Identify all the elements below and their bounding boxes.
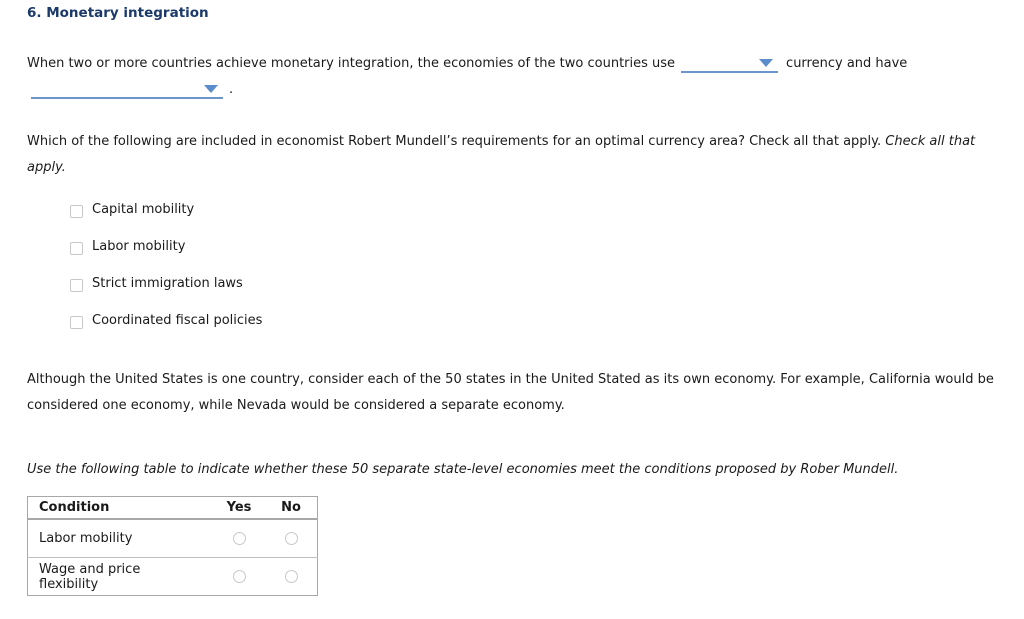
header-condition: Condition	[27, 496, 213, 520]
policy-dropdown[interactable]	[31, 81, 223, 99]
us-states-context: Although the United States is one countr…	[27, 372, 994, 413]
option-label: Strict immigration laws	[92, 276, 243, 291]
condition-label: Wage and price flexibility	[27, 557, 213, 596]
question-title: 6. Monetary integration	[27, 5, 209, 21]
question-text: Which of the following are included in e…	[27, 134, 882, 149]
radio-no[interactable]	[284, 532, 298, 545]
checkbox-list: Capital mobility Labor mobility Strict i…	[70, 202, 262, 350]
table-instruction: Use the following table to indicate whet…	[27, 462, 899, 477]
mundell-question: Which of the following are included in e…	[27, 129, 1002, 181]
chevron-down-icon	[204, 84, 218, 93]
conditions-table: Condition Yes No Labor mobility Wage and…	[27, 496, 318, 596]
option-label: Coordinated fiscal policies	[92, 313, 263, 328]
radio-yes[interactable]	[232, 532, 246, 545]
table-header-row: Condition Yes No	[27, 496, 318, 520]
option-capital-mobility[interactable]: Capital mobility	[70, 202, 262, 239]
currency-dropdown[interactable]	[681, 55, 779, 73]
statement-text-before: When two or more countries achieve monet…	[27, 56, 676, 71]
option-coordinated-fiscal-policies[interactable]: Coordinated fiscal policies	[70, 313, 262, 350]
checkbox[interactable]	[70, 316, 83, 329]
chevron-down-icon	[759, 58, 774, 67]
radio-no[interactable]	[284, 570, 298, 583]
condition-label: Labor mobility	[27, 518, 213, 558]
header-no: No	[265, 496, 318, 520]
option-label: Capital mobility	[92, 202, 195, 217]
checkbox[interactable]	[70, 242, 83, 255]
checkbox[interactable]	[70, 279, 83, 292]
checkbox[interactable]	[70, 205, 83, 218]
option-strict-immigration-laws[interactable]: Strict immigration laws	[70, 276, 262, 313]
monetary-integration-statement: When two or more countries achieve monet…	[27, 51, 1002, 103]
option-label: Labor mobility	[92, 239, 186, 254]
table-row: Wage and price flexibility	[27, 557, 318, 596]
option-labor-mobility[interactable]: Labor mobility	[70, 239, 262, 276]
header-yes: Yes	[213, 496, 265, 520]
table-row: Labor mobility	[27, 518, 318, 558]
statement-text-after: .	[229, 82, 234, 97]
radio-yes[interactable]	[232, 570, 246, 583]
statement-text-middle: currency and have	[786, 56, 908, 71]
